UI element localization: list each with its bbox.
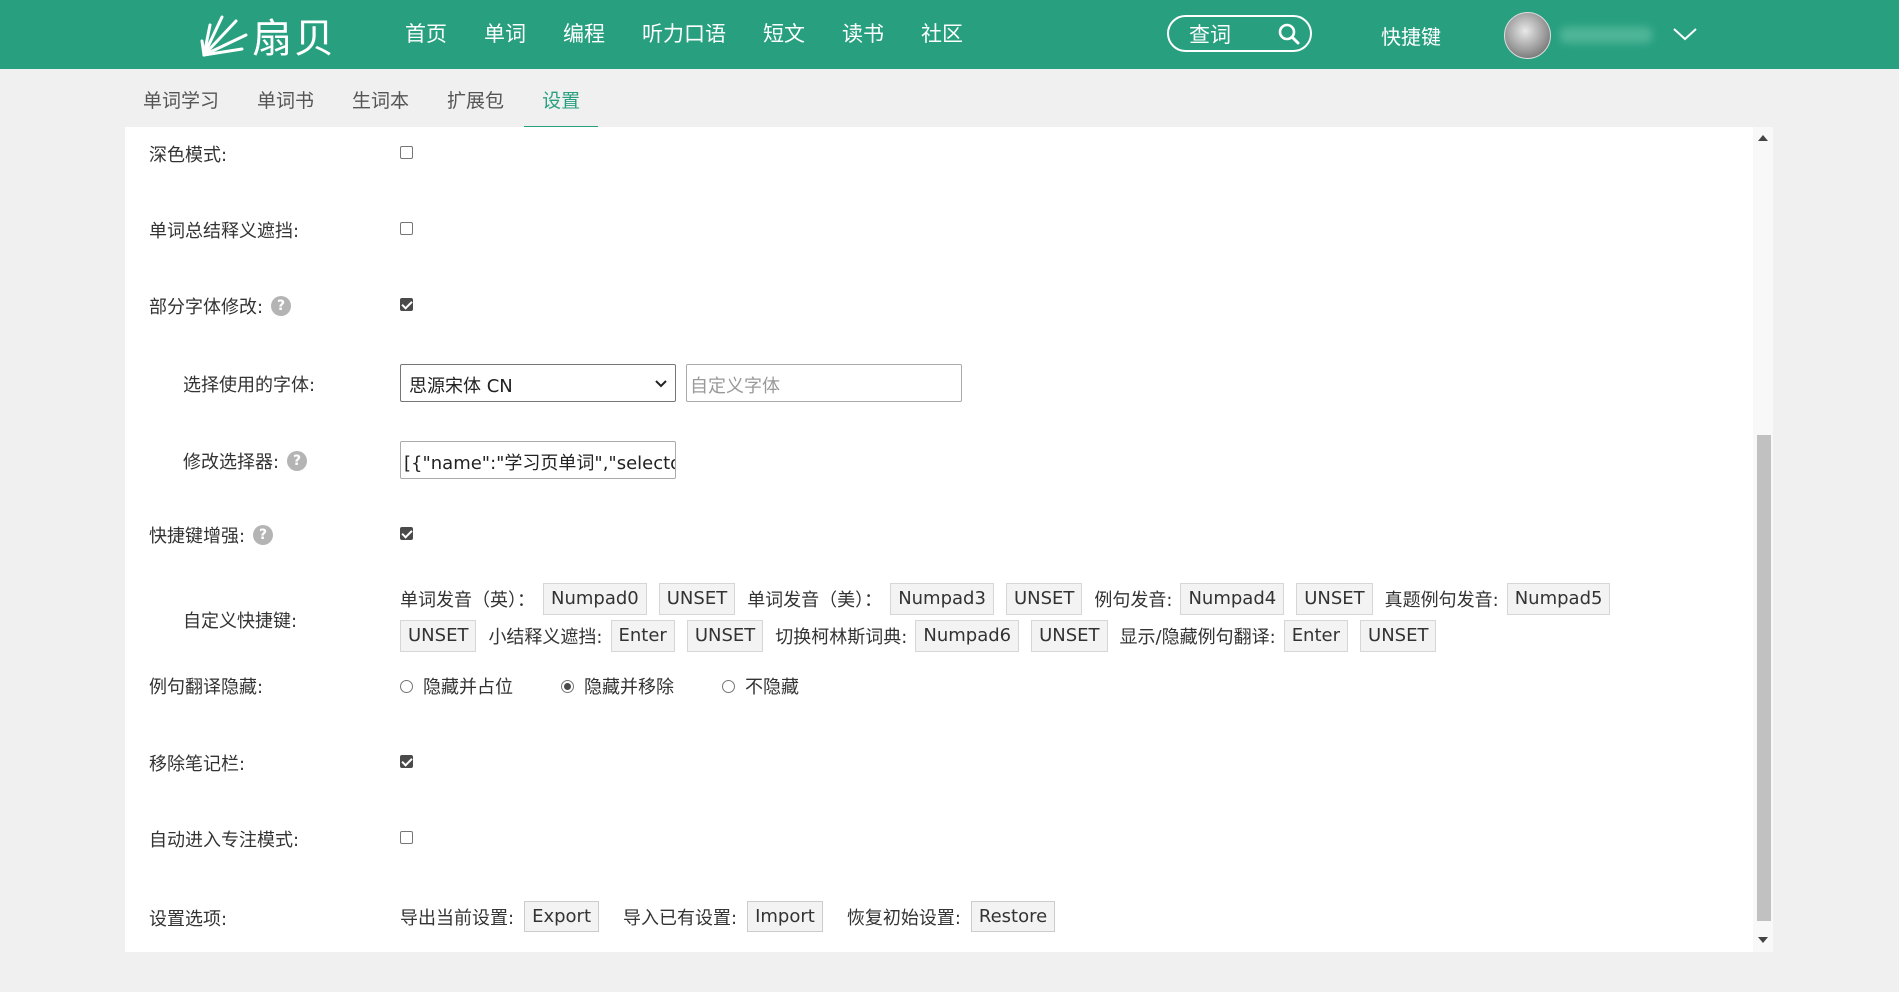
radio-button[interactable] bbox=[561, 679, 574, 693]
hotkey-name: 真题例句发音: bbox=[1384, 589, 1499, 611]
help-icon[interactable]: ? bbox=[287, 451, 308, 471]
shanbay-logo-icon bbox=[200, 15, 248, 57]
export-text: 导出当前设置: bbox=[400, 907, 515, 929]
hotkey-name: 显示/隐藏例句翻译: bbox=[1119, 626, 1276, 648]
import-text: 导入已有设置: bbox=[623, 907, 738, 929]
hotkey-enhance-label-text: 快捷键增强: bbox=[149, 526, 246, 547]
dark-mode-label: 深色模式: bbox=[149, 145, 228, 166]
scroll-down-arrow-icon[interactable] bbox=[1758, 937, 1768, 943]
font-modify-checkbox[interactable] bbox=[400, 298, 413, 311]
scroll-up-arrow-icon[interactable] bbox=[1758, 135, 1768, 141]
radio-label: 隐藏并移除 bbox=[584, 677, 674, 698]
nav-community[interactable]: 社区 bbox=[921, 18, 963, 48]
search-box[interactable]: 查词 bbox=[1167, 15, 1312, 52]
logo-text: 扇贝 bbox=[252, 16, 336, 62]
custom-font-input[interactable]: 自定义字体 bbox=[686, 364, 962, 402]
hotkey-key-button[interactable]: Numpad6 bbox=[915, 619, 1020, 652]
font-select-value: 思源宋体 CN bbox=[409, 376, 513, 397]
nav-reading[interactable]: 读书 bbox=[842, 18, 884, 48]
hotkey-key-button[interactable]: Numpad0 bbox=[543, 582, 647, 615]
export-button[interactable]: Export bbox=[524, 901, 599, 932]
hotkey-unset-button[interactable]: UNSET bbox=[1005, 582, 1083, 615]
custom-hotkeys-label: 自定义快捷键: bbox=[183, 611, 298, 632]
selector-label: 修改选择器: ? bbox=[183, 448, 308, 474]
nav-listening-speaking[interactable]: 听力口语 bbox=[642, 18, 726, 48]
hotkey-name: 单词发音（英）： bbox=[400, 589, 535, 611]
nav-articles[interactable]: 短文 bbox=[763, 18, 805, 48]
hotkey-line: 单词发音（英）： Numpad0 UNSET 单词发音（美）： Numpad3 … bbox=[400, 580, 1660, 617]
hotkey-name: 单词发音（美）： bbox=[747, 589, 883, 611]
sub-nav: 单词学习 单词书 生词本 扩展包 设置 bbox=[143, 86, 636, 129]
selector-label-text: 修改选择器: bbox=[183, 452, 280, 473]
radio-option[interactable]: 不隐藏 bbox=[722, 673, 799, 699]
import-button[interactable]: Import bbox=[747, 901, 823, 932]
top-navbar: 扇贝 首页 单词 编程 听力口语 短文 读书 社区 查词 快捷键 bbox=[0, 0, 1899, 69]
selector-input[interactable]: [{"name":"学习页单词","selector":".index_word… bbox=[400, 441, 676, 479]
hotkey-unset-button[interactable]: UNSET bbox=[400, 619, 477, 652]
avatar[interactable] bbox=[1504, 12, 1551, 59]
auto-focus-label: 自动进入专注模式: bbox=[149, 830, 300, 851]
options-label: 设置选项: bbox=[149, 909, 228, 930]
hotkey-unset-button[interactable]: UNSET bbox=[658, 582, 736, 615]
hotkey-unset-button[interactable]: UNSET bbox=[1360, 619, 1437, 652]
hotkey-unset-button[interactable]: UNSET bbox=[1031, 619, 1108, 652]
tab-extensions[interactable]: 扩展包 bbox=[447, 86, 504, 126]
hotkey-line: UNSET 小结释义遮挡: Enter UNSET 切换柯林斯词典: Numpa… bbox=[400, 617, 1660, 654]
remove-notes-checkbox[interactable] bbox=[400, 755, 413, 768]
auto-focus-checkbox[interactable] bbox=[400, 831, 413, 844]
settings-panel: 深色模式: 单词总结释义遮挡: 部分字体修改: ? 选择使用的字体: 思源宋体 … bbox=[125, 127, 1753, 952]
translation-hide-label: 例句翻译隐藏: bbox=[149, 677, 264, 698]
help-icon[interactable]: ? bbox=[253, 525, 274, 545]
settings-actions: 导出当前设置: Export 导入已有设置: Import 恢复初始设置: Re… bbox=[400, 901, 1079, 932]
hotkey-name: 例句发音: bbox=[1094, 589, 1173, 611]
shortcut-link[interactable]: 快捷键 bbox=[1381, 21, 1441, 50]
logo[interactable]: 扇贝 bbox=[198, 10, 336, 62]
username-blurred[interactable] bbox=[1560, 27, 1652, 43]
tab-settings[interactable]: 设置 bbox=[524, 86, 599, 129]
radio-option[interactable]: 隐藏并占位 bbox=[400, 673, 513, 699]
hotkey-enhance-checkbox[interactable] bbox=[400, 527, 413, 540]
nav-home[interactable]: 首页 bbox=[405, 18, 447, 48]
font-modify-label-text: 部分字体修改: bbox=[149, 297, 264, 318]
hotkey-key-button[interactable]: Enter bbox=[610, 619, 675, 652]
hotkey-enhance-label: 快捷键增强: ? bbox=[149, 522, 274, 548]
hotkey-name: 切换柯林斯词典: bbox=[775, 626, 908, 648]
hotkey-key-button[interactable]: Numpad4 bbox=[1180, 582, 1285, 615]
tab-vocab-notebook[interactable]: 生词本 bbox=[352, 86, 409, 126]
tab-word-books[interactable]: 单词书 bbox=[257, 86, 314, 126]
vertical-scrollbar[interactable] bbox=[1753, 127, 1773, 952]
restore-text: 恢复初始设置: bbox=[846, 907, 961, 929]
radio-option[interactable]: 隐藏并移除 bbox=[561, 673, 674, 699]
summary-mask-label: 单词总结释义遮挡: bbox=[149, 221, 300, 242]
dark-mode-checkbox[interactable] bbox=[400, 146, 413, 159]
scrollbar-thumb[interactable] bbox=[1757, 435, 1771, 921]
chevron-down-icon bbox=[655, 380, 667, 388]
help-icon[interactable]: ? bbox=[271, 296, 292, 316]
hotkey-key-button[interactable]: Numpad5 bbox=[1506, 582, 1611, 615]
radio-button[interactable] bbox=[722, 679, 735, 693]
font-select[interactable]: 思源宋体 CN bbox=[400, 364, 676, 402]
hotkey-key-button[interactable]: Numpad3 bbox=[890, 582, 994, 615]
chevron-down-icon[interactable] bbox=[1672, 24, 1698, 44]
radio-label: 隐藏并占位 bbox=[423, 677, 513, 698]
remove-notes-label: 移除笔记栏: bbox=[149, 754, 246, 775]
hotkey-name: 小结释义遮挡: bbox=[488, 626, 603, 648]
hotkey-list: 单词发音（英）： Numpad0 UNSET 单词发音（美）： Numpad3 … bbox=[400, 580, 1660, 654]
summary-mask-checkbox[interactable] bbox=[400, 222, 413, 235]
radio-button[interactable] bbox=[400, 679, 413, 693]
font-modify-label: 部分字体修改: ? bbox=[149, 293, 292, 319]
restore-button[interactable]: Restore bbox=[970, 901, 1056, 932]
hotkey-key-button[interactable]: Enter bbox=[1283, 619, 1349, 652]
radio-label: 不隐藏 bbox=[745, 677, 799, 698]
main-nav: 首页 单词 编程 听力口语 短文 读书 社区 bbox=[405, 18, 1000, 48]
translation-hide-radio-group: 隐藏并占位 隐藏并移除 不隐藏 bbox=[400, 673, 847, 699]
search-label: 查词 bbox=[1189, 22, 1231, 47]
hotkey-unset-button[interactable]: UNSET bbox=[1296, 582, 1373, 615]
search-icon[interactable] bbox=[1278, 23, 1300, 45]
tab-word-learning[interactable]: 单词学习 bbox=[143, 86, 219, 126]
font-select-label: 选择使用的字体: bbox=[183, 375, 316, 396]
hotkey-unset-button[interactable]: UNSET bbox=[686, 619, 764, 652]
nav-words[interactable]: 单词 bbox=[484, 18, 526, 48]
nav-programming[interactable]: 编程 bbox=[563, 18, 605, 48]
